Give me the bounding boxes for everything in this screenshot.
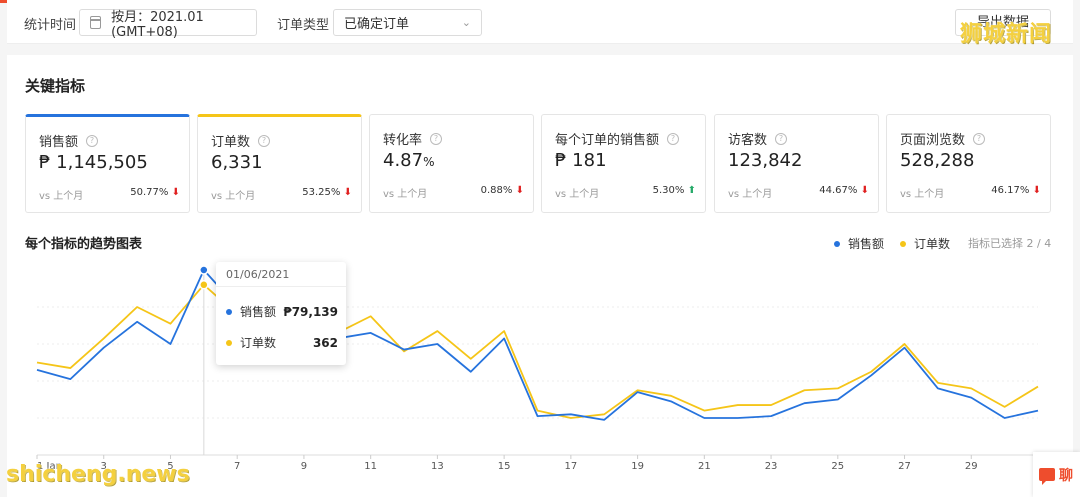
x-tick-label: 29 xyxy=(965,461,978,472)
tooltip-date: 01/06/2021 xyxy=(216,262,346,287)
x-tick-label: 11 xyxy=(364,461,377,472)
x-tick-label: 23 xyxy=(765,461,778,472)
x-tick-label: 19 xyxy=(631,461,644,472)
sales-hover-point xyxy=(199,265,209,275)
chat-button[interactable]: 聊 xyxy=(1033,452,1080,497)
watermark-site-text: shicheng.news xyxy=(6,462,190,487)
chart-tooltip: 01/06/2021 销售额 ₱79,139 订单数 362 xyxy=(216,262,346,365)
x-tick-label: 21 xyxy=(698,461,711,472)
tooltip-row-sales: 销售额 ₱79,139 xyxy=(226,303,338,320)
x-tick-label: 17 xyxy=(564,461,577,472)
tooltip-row-orders: 订单数 362 xyxy=(226,334,338,351)
chat-icon xyxy=(1039,468,1055,485)
series-dot-icon xyxy=(226,339,232,346)
orders-series-line xyxy=(36,283,1039,419)
orders-hover-point xyxy=(199,280,209,290)
x-tick-label: 7 xyxy=(234,461,240,472)
x-tick-label: 13 xyxy=(431,461,444,472)
x-tick-label: 27 xyxy=(898,461,911,472)
x-tick-label: 25 xyxy=(831,461,844,472)
trend-line-chart[interactable]: 1 Jan 3 5 7 9 11 13 15 17 19 21 23 25 27 29 xyxy=(0,0,1080,497)
x-tick-label: 15 xyxy=(498,461,511,472)
x-tick-label: 9 xyxy=(301,461,307,472)
series-dot-icon xyxy=(226,308,232,315)
sales-series-line xyxy=(36,269,1039,421)
